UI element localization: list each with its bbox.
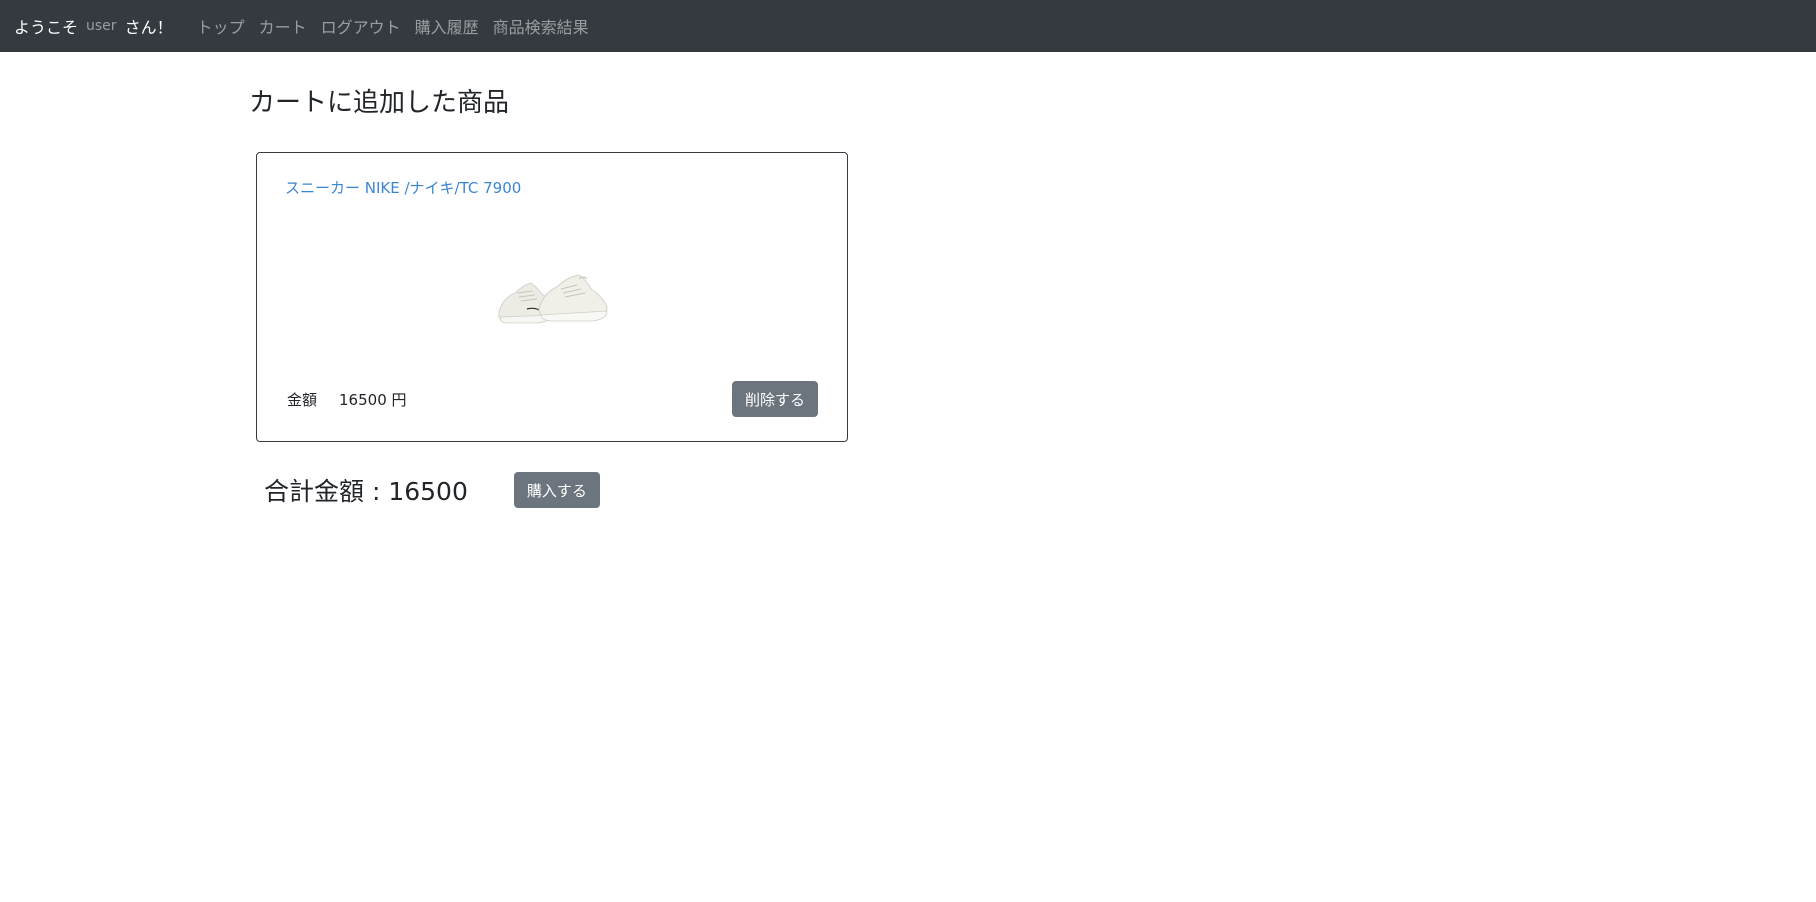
main-content: カートに追加した商品 スニーカー NIKE /ナイキ/TC 7900 金額 16… <box>249 52 949 508</box>
welcome-suffix: さん！ <box>124 18 173 37</box>
nav-link-cart[interactable]: カート <box>259 14 307 38</box>
nav-link-purchase-history[interactable]: 購入履歴 <box>415 14 479 38</box>
page-title: カートに追加した商品 <box>249 88 510 118</box>
nav-link-search-results[interactable]: 商品検索結果 <box>493 14 589 38</box>
nav-links: トップ カート ログアウト 購入履歴 商品検索結果 <box>185 14 589 38</box>
welcome-message: ようこそ user さん！ <box>14 14 173 38</box>
price-label: 金額 <box>287 391 318 409</box>
cart-item-card: スニーカー NIKE /ナイキ/TC 7900 金額 16500 円 削除する <box>256 152 848 442</box>
total-amount: 合計金額 : 16500 <box>264 477 468 506</box>
welcome-prefix: ようこそ <box>14 18 79 37</box>
price-row: 金額 16500 円 <box>287 389 407 410</box>
username: user <box>86 18 117 34</box>
total-row: 合計金額 : 16500 購入する <box>264 472 600 508</box>
delete-button[interactable]: 削除する <box>732 381 818 417</box>
price-value: 16500 円 <box>339 391 407 409</box>
sneaker-image[interactable] <box>493 263 613 333</box>
nav-link-logout[interactable]: ログアウト <box>321 14 401 38</box>
top-navbar: ようこそ user さん！ トップ カート ログアウト 購入履歴 商品検索結果 <box>0 0 1816 52</box>
purchase-button[interactable]: 購入する <box>513 472 600 508</box>
product-name-link[interactable]: スニーカー NIKE /ナイキ/TC 7900 <box>285 177 521 198</box>
nav-link-top[interactable]: トップ <box>197 14 245 38</box>
